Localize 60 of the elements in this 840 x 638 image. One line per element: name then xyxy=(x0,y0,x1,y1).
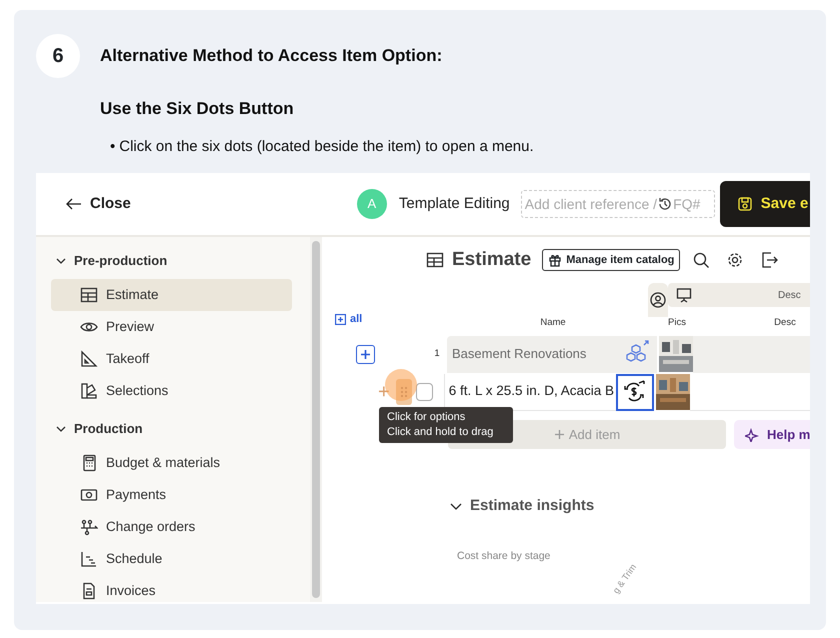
table-icon xyxy=(426,251,446,269)
bullet-mark: • xyxy=(110,136,116,156)
price-sync-cell[interactable] xyxy=(616,374,654,410)
sidebar-item[interactable]: Estimate xyxy=(51,279,292,311)
back-arrow-icon xyxy=(66,198,82,210)
chart-title: Cost share by stage xyxy=(457,548,550,564)
row-checkbox[interactable] xyxy=(416,383,433,401)
group-name[interactable]: Basement Renovations xyxy=(452,344,622,364)
sidebar-item[interactable]: Takeoff xyxy=(51,343,292,375)
sidebar-item[interactable]: Change orders xyxy=(51,511,292,543)
search-icon[interactable] xyxy=(692,251,710,269)
scrollbar-thumb[interactable] xyxy=(312,241,320,598)
close-link[interactable]: Close xyxy=(66,192,131,216)
sparkle-icon xyxy=(745,428,759,442)
section-heading[interactable]: Estimate insights xyxy=(470,495,594,518)
drag-handle[interactable] xyxy=(400,386,408,398)
step-title: Alternative Method to Access Item Option: xyxy=(100,45,442,68)
add-button[interactable] xyxy=(356,344,375,364)
plus-icon xyxy=(360,348,371,360)
column-header: Desc xyxy=(773,316,797,330)
branch-icon xyxy=(80,518,98,536)
column-label: Desc xyxy=(778,288,801,302)
help-button[interactable]: Help m xyxy=(734,420,810,449)
settings-icon[interactable] xyxy=(726,251,744,269)
column-header: Name xyxy=(539,316,567,330)
row-number: 1 xyxy=(433,346,441,361)
user-icon xyxy=(650,292,666,308)
instruction-text: Click on the six dots (located beside the item) to open a menu. xyxy=(119,136,534,156)
table-icon xyxy=(80,286,98,304)
axis-label: g & Trim xyxy=(610,562,640,597)
ruler-icon xyxy=(80,350,98,368)
monitor-icon xyxy=(676,287,692,303)
export-icon[interactable] xyxy=(760,251,778,269)
sidebar-item[interactable]: Budget & materials xyxy=(51,447,292,479)
placeholder-text: Add client reference / xyxy=(524,194,658,214)
step-number: 6 xyxy=(36,34,80,78)
manage-catalog-button[interactable]: Manage item catalog xyxy=(542,248,680,272)
sidebar-item[interactable]: Payments xyxy=(51,479,292,511)
plus-icon xyxy=(554,429,565,440)
sidebar-item[interactable]: Selections xyxy=(51,375,292,407)
sidebar-item[interactable]: Preview xyxy=(51,311,292,343)
plus-square-icon xyxy=(335,314,346,324)
placeholder-text: FQ# xyxy=(673,194,700,214)
swatch-icon xyxy=(80,382,98,400)
section-heading[interactable]: Pre-production xyxy=(74,251,168,271)
gift-icon xyxy=(548,253,562,267)
column-header: Pics xyxy=(667,316,687,330)
expand-all-link[interactable]: all xyxy=(335,310,371,328)
avatar: A xyxy=(356,189,387,219)
section-heading[interactable]: Production xyxy=(74,419,143,439)
history-icon xyxy=(657,196,674,212)
step-subtitle: Use the Six Dots Button xyxy=(100,98,295,120)
sidebar-item[interactable]: Schedule xyxy=(51,543,292,575)
sidebar-item[interactable]: Invoices xyxy=(51,575,292,604)
chart-icon xyxy=(80,550,98,568)
save-button[interactable]: Save e xyxy=(720,181,810,227)
document-title: Template Editing xyxy=(398,194,510,214)
item-name[interactable]: 6 ft. L x 25.5 in. D, Acacia B xyxy=(448,381,614,402)
view-tab[interactable] xyxy=(648,283,668,317)
page-title: Estimate xyxy=(452,248,532,272)
